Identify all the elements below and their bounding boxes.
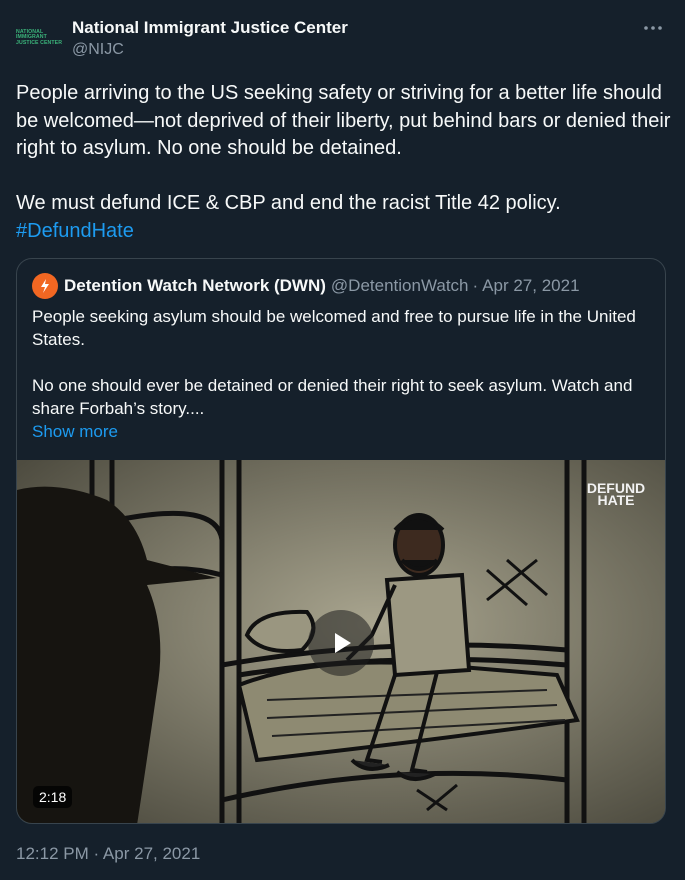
hashtag-link[interactable]: #DefundHate bbox=[16, 220, 134, 242]
play-icon bbox=[335, 633, 351, 653]
defund-hate-badge: DEFUND HATE bbox=[583, 481, 649, 507]
more-horizontal-icon bbox=[644, 26, 662, 30]
video-duration-badge: 2:18 bbox=[33, 786, 73, 808]
quoted-paragraph: People seeking asylum should be welcomed… bbox=[32, 307, 636, 349]
tweet-text: People arriving to the US seeking safety… bbox=[16, 80, 671, 245]
quoted-tweet[interactable]: Detention Watch Network (DWN) @Detention… bbox=[16, 258, 666, 824]
video-player[interactable]: DEFUND HATE 2:18 bbox=[17, 460, 665, 823]
quoted-paragraph: No one should ever be detained or denied… bbox=[32, 376, 633, 418]
meta-separator: · bbox=[472, 276, 479, 295]
author-name[interactable]: National Immigrant Justice Center bbox=[72, 18, 348, 38]
tweet-timestamp[interactable]: 12:12 PM · Apr 27, 2021 bbox=[16, 844, 200, 864]
quoted-author-handle: @DetentionWatch bbox=[330, 276, 469, 295]
quoted-tweet-text: People seeking asylum should be welcomed… bbox=[32, 305, 642, 443]
quoted-date: Apr 27, 2021 bbox=[482, 276, 580, 295]
tweet-paragraph: We must defund ICE & CBP and end the rac… bbox=[16, 192, 561, 214]
tweet-paragraph: People arriving to the US seeking safety… bbox=[16, 82, 671, 159]
avatar-logo-line-3: JUSTICE CENTER bbox=[16, 39, 63, 46]
show-more-link[interactable]: Show more bbox=[32, 422, 118, 441]
play-button[interactable] bbox=[308, 610, 374, 676]
author-avatar[interactable]: NATIONAL IMMIGRANT JUSTICE CENTER bbox=[16, 14, 64, 62]
tweet-header: NATIONAL IMMIGRANT JUSTICE CENTER Nation… bbox=[16, 14, 669, 64]
author-handle[interactable]: @NIJC bbox=[72, 41, 124, 59]
quoted-author-name: Detention Watch Network (DWN) bbox=[64, 276, 326, 295]
detention-watch-logo-icon[interactable] bbox=[32, 273, 58, 299]
more-options-button[interactable] bbox=[641, 16, 665, 40]
quoted-tweet-header: Detention Watch Network (DWN) @Detention… bbox=[32, 273, 580, 299]
